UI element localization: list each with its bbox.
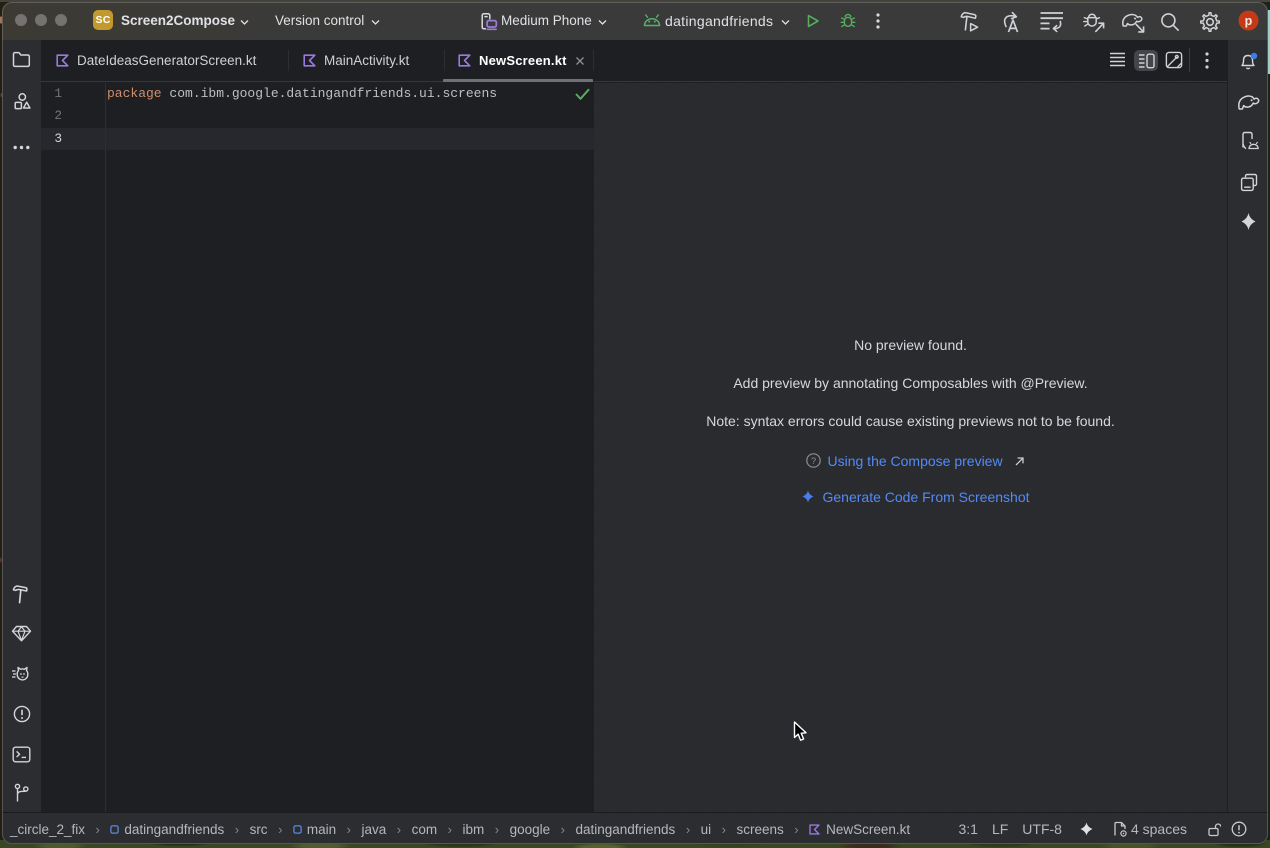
svg-text:p: p <box>1245 14 1253 28</box>
svg-text:?: ? <box>810 456 815 467</box>
